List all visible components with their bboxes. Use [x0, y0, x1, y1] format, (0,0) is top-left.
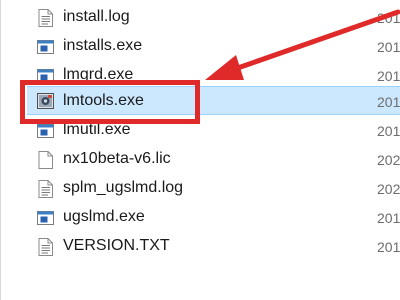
exe-file-icon: [37, 211, 54, 225]
file-name: installs.exe: [63, 37, 143, 54]
file-date: 201: [377, 68, 400, 84]
file-name: splm_ugslmd.log: [63, 179, 184, 196]
file-date: 201: [377, 94, 400, 110]
lmtools-app-icon: [37, 93, 54, 109]
exe-file-icon: [37, 124, 54, 138]
file-row-version-txt[interactable]: VERSION.TXT 201: [27, 232, 400, 261]
file-date: 202: [377, 181, 400, 197]
file-date: 201: [377, 239, 400, 255]
file-name: install.log: [63, 8, 130, 25]
file-row-install-log[interactable]: install.log 201: [27, 3, 400, 32]
text-file-icon: [38, 180, 53, 198]
file-row-installs-exe[interactable]: installs.exe 201: [27, 32, 400, 61]
file-row-lmutil-exe[interactable]: lmutil.exe 201: [27, 116, 400, 145]
exe-file-icon: [37, 69, 54, 83]
file-date: 202: [377, 152, 400, 168]
text-file-icon: [38, 9, 53, 27]
text-file-icon: [38, 238, 53, 256]
file-date: 201: [377, 123, 400, 139]
file-row-splm-ugslmd-log[interactable]: splm_ugslmd.log 202: [27, 174, 400, 203]
file-date: 201: [377, 39, 400, 55]
blank-file-icon: [38, 151, 53, 169]
file-row-ugslmd-exe[interactable]: ugslmd.exe 201: [27, 203, 400, 232]
pane-divider: [0, 0, 1, 300]
file-name: lmutil.exe: [63, 121, 131, 138]
file-date: 201: [377, 210, 400, 226]
file-row-lmtools-exe[interactable]: lmtools.exe 201: [27, 86, 400, 115]
file-name: nx10beta-v6.lic: [63, 150, 171, 167]
file-explorer-view: install.log 201 installs.exe 201 lmgrd.e…: [0, 0, 400, 300]
file-name: ugslmd.exe: [63, 208, 145, 225]
file-date: 201: [377, 10, 400, 26]
file-name: lmgrd.exe: [63, 66, 134, 83]
exe-file-icon: [37, 40, 54, 54]
file-row-nx10beta-lic[interactable]: nx10beta-v6.lic 202: [27, 145, 400, 174]
file-name: lmtools.exe: [63, 92, 144, 109]
file-name: VERSION.TXT: [63, 237, 170, 254]
